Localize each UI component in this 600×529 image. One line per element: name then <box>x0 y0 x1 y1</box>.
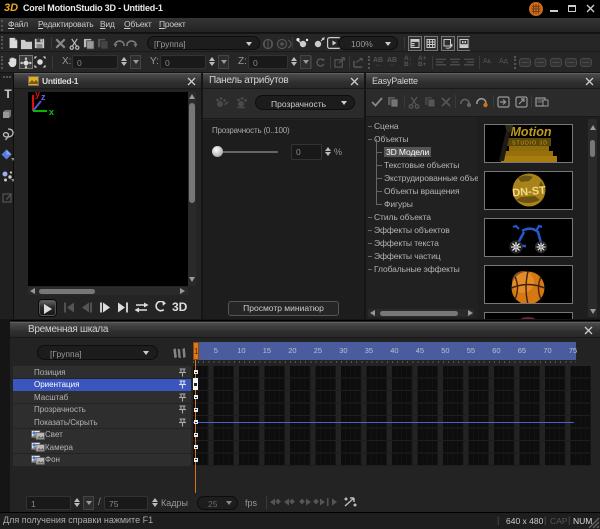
svg-text:x: x <box>49 107 54 117</box>
svg-text:STUDIO 3D: STUDIO 3D <box>512 141 548 147</box>
svg-text:Motion: Motion <box>511 125 552 139</box>
svg-text:y: y <box>35 89 40 99</box>
svg-text:z: z <box>41 92 46 102</box>
